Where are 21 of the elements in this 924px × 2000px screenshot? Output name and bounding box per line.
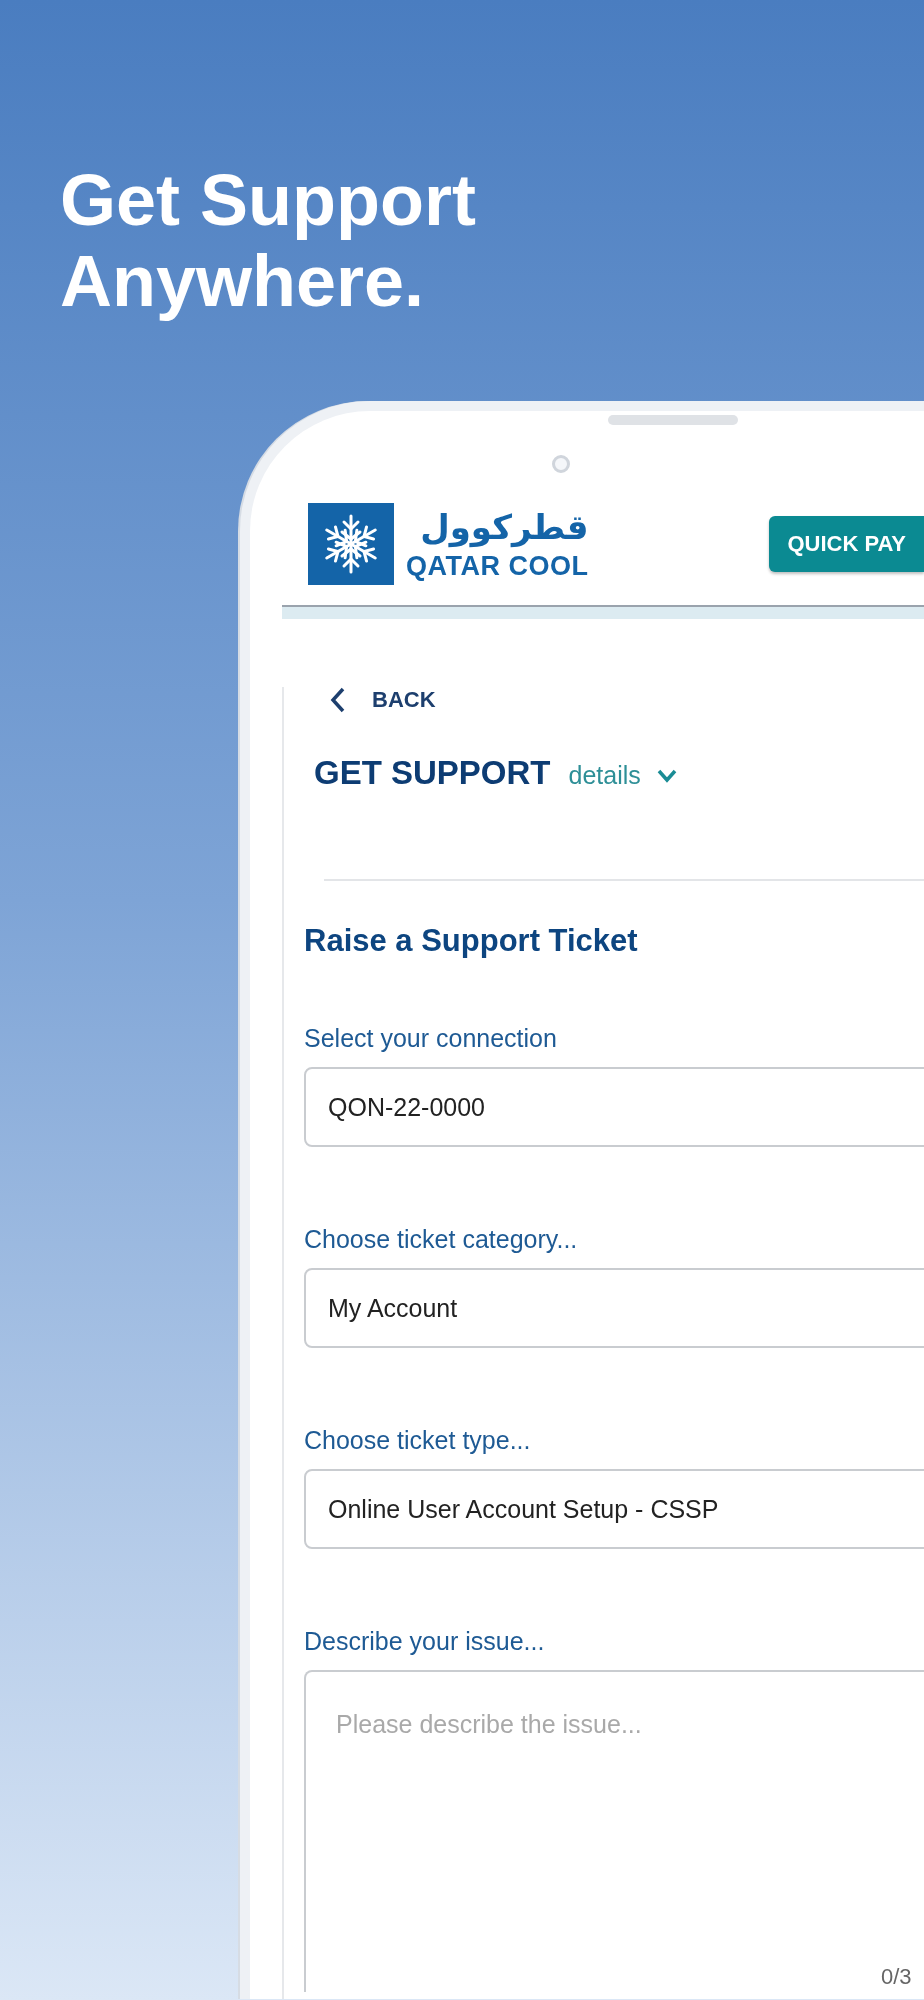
- placeholder: Please describe the issue...: [336, 1710, 642, 1739]
- details-toggle[interactable]: details: [568, 761, 677, 791]
- select-field[interactable]: My Account: [304, 1268, 924, 1349]
- headline: Get Support Anywhere.: [60, 160, 477, 322]
- character-counter: 0/3: [881, 1964, 912, 1991]
- select-field[interactable]: QON-22-0000: [304, 1067, 924, 1148]
- select-field[interactable]: Online User Account Setup - CSSP: [304, 1469, 924, 1550]
- page-title: GET SUPPORT: [314, 754, 551, 793]
- logo-text: QATAR COOL: [406, 550, 589, 582]
- field-label: Describe your issue...: [304, 1627, 546, 1657]
- text-area[interactable]: Please describe the issue... 0/3: [304, 1670, 924, 1993]
- phone-camera: [552, 455, 570, 474]
- chevron-left-icon: [330, 687, 346, 714]
- field-label: Select your connection: [304, 1024, 558, 1054]
- logo-arabic-text: قطركوول: [419, 506, 589, 547]
- chevron-down-icon: [656, 768, 677, 783]
- back-link[interactable]: BACK: [330, 687, 436, 714]
- quick-pay-button[interactable]: QUICK PAY: [769, 516, 924, 573]
- field-label: Choose ticket category...: [304, 1225, 579, 1255]
- form-title: Raise a Support Ticket: [304, 923, 639, 960]
- field-label: Choose ticket type...: [304, 1426, 532, 1456]
